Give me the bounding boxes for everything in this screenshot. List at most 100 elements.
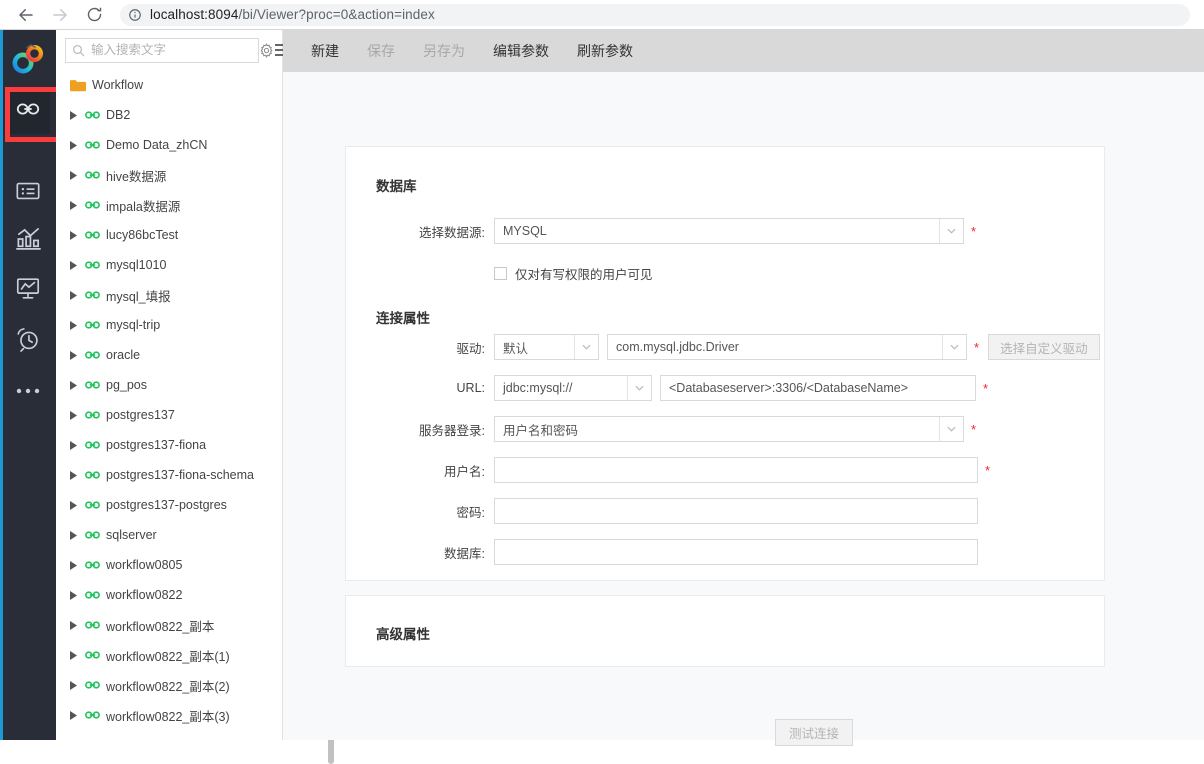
search-box[interactable] xyxy=(65,37,259,63)
rail-item-schedule[interactable] xyxy=(6,318,50,364)
toolbar-item-4[interactable]: 刷新参数 xyxy=(563,30,647,72)
link-icon xyxy=(81,709,103,721)
toolbar-item-0[interactable]: 新建 xyxy=(297,30,353,72)
tree-item[interactable]: mysql-trip xyxy=(56,310,283,340)
chevron-down-icon[interactable] xyxy=(942,335,966,359)
rail-item-dashboard[interactable] xyxy=(6,268,50,314)
tree-item[interactable]: hive数据源 xyxy=(56,160,283,190)
search-input[interactable] xyxy=(91,43,252,57)
toolbar-item-3[interactable]: 编辑参数 xyxy=(479,30,563,72)
tree-item[interactable]: postgres137-fiona xyxy=(56,430,283,460)
tree-item[interactable]: Demo Data_zhCN xyxy=(56,130,283,160)
tree-item-label: workflow0822_副本(1) xyxy=(106,649,230,664)
caret-right-icon[interactable] xyxy=(65,380,81,390)
tree-item[interactable]: workflow0822_副本(3) xyxy=(56,700,283,730)
caret-right-icon[interactable] xyxy=(65,440,81,450)
chevron-down-icon[interactable] xyxy=(939,219,963,243)
reload-button[interactable] xyxy=(80,1,108,29)
gear-icon[interactable] xyxy=(259,38,274,63)
tree-item-label: mysql1010 xyxy=(106,258,167,272)
caret-right-icon[interactable] xyxy=(65,560,81,570)
tree-item[interactable]: workflow0822_副本 xyxy=(56,610,283,640)
driver-label: 驱动: xyxy=(456,341,485,356)
tree-list[interactable]: Workflow DB2 Demo Data_zhCN hive数据源 impala数… xyxy=(56,70,283,740)
link-icon xyxy=(81,139,103,151)
tree-item[interactable]: impala数据源 xyxy=(56,190,283,220)
username-row: 用户名: * xyxy=(376,457,990,483)
caret-right-icon[interactable] xyxy=(65,350,81,360)
tree-item-label: postgres137-postgres xyxy=(106,498,227,512)
info-circle-icon[interactable] xyxy=(128,8,142,22)
caret-right-icon[interactable] xyxy=(65,260,81,270)
chevron-down-icon[interactable] xyxy=(939,417,963,441)
rail-item-datasource[interactable] xyxy=(6,88,50,134)
tree-item[interactable]: workflow0805 xyxy=(56,550,283,580)
tree-item[interactable]: workflow0822_副本(2) xyxy=(56,670,283,700)
caret-right-icon[interactable] xyxy=(65,320,81,330)
forward-arrow-icon xyxy=(51,6,69,24)
tree-item[interactable]: workflow0822_副本(1) xyxy=(56,640,283,670)
caret-right-icon[interactable] xyxy=(65,200,81,210)
tree-item[interactable]: mysql1010 xyxy=(56,250,283,280)
driver-mode-select[interactable]: 默认 xyxy=(494,334,599,360)
chevron-down-icon[interactable] xyxy=(574,335,598,359)
caret-right-icon[interactable] xyxy=(65,230,81,240)
server-login-select[interactable]: 用户名和密码 xyxy=(494,416,964,442)
checkbox-icon[interactable] xyxy=(494,267,507,280)
username-input[interactable] xyxy=(494,457,978,483)
caret-right-icon[interactable] xyxy=(65,590,81,600)
database-name-input[interactable] xyxy=(494,539,978,565)
tree-search-row xyxy=(56,30,285,70)
tree-item[interactable]: lucy86bcTest xyxy=(56,220,283,250)
driver-class-select[interactable]: com.mysql.jdbc.Driver xyxy=(607,334,967,360)
link-icon xyxy=(81,469,103,481)
tree-item[interactable]: sqlserver xyxy=(56,520,283,550)
write-permission-checkbox-row[interactable]: 仅对有写权限的用户可见 xyxy=(494,264,653,283)
server-login-value: 用户名和密码 xyxy=(503,423,579,438)
tree-item[interactable]: pg_pos xyxy=(56,370,283,400)
caret-right-icon[interactable] xyxy=(65,140,81,150)
chevron-down-icon[interactable] xyxy=(627,376,651,400)
caret-right-icon[interactable] xyxy=(65,680,81,690)
caret-right-icon[interactable] xyxy=(65,110,81,120)
rail-item-dataset[interactable] xyxy=(6,170,50,216)
forward-button[interactable] xyxy=(46,1,74,29)
tree-item[interactable]: workflow0822 xyxy=(56,580,283,610)
url-row: URL: jdbc:mysql:// <Databaseserver>:3306… xyxy=(376,375,988,401)
caret-right-icon[interactable] xyxy=(65,290,81,300)
url-host: localhost:8094 xyxy=(150,7,239,22)
tree-item[interactable]: postgres137-postgres xyxy=(56,490,283,520)
tree-item-label: mysql_填报 xyxy=(106,289,171,304)
rail-item-more[interactable] xyxy=(6,368,50,414)
tree-item[interactable]: postgres137 xyxy=(56,400,283,430)
test-connection-button[interactable]: 测试连接 xyxy=(775,719,854,746)
driver-row: 驱动: 默认 com.mysql.jdbc.Driver * 选择自定义驱动 xyxy=(376,334,1100,360)
link-icon xyxy=(81,529,103,541)
tree-item[interactable]: mysql_填报 xyxy=(56,280,283,310)
caret-right-icon[interactable] xyxy=(65,170,81,180)
app-logo[interactable] xyxy=(0,30,56,88)
caret-right-icon[interactable] xyxy=(65,650,81,660)
url-host-input[interactable]: <Databaseserver>:3306/<DatabaseName> xyxy=(660,375,976,401)
tree-item[interactable]: oracle xyxy=(56,340,283,370)
tree-item[interactable]: postgres137-fiona-schema xyxy=(56,460,283,490)
editor-toolbar: 新建 保存 另存为 编辑参数 刷新参数 xyxy=(283,30,1204,72)
caret-right-icon[interactable] xyxy=(65,410,81,420)
url-scheme-select[interactable]: jdbc:mysql:// xyxy=(494,375,652,401)
caret-right-icon[interactable] xyxy=(65,620,81,630)
tree-item[interactable]: DB2 xyxy=(56,100,283,130)
tree-item-label: oracle xyxy=(106,348,141,362)
caret-right-icon[interactable] xyxy=(65,500,81,510)
address-bar[interactable]: localhost:8094/bi/Viewer?proc=0&action=i… xyxy=(120,3,1190,26)
datasource-select[interactable]: MYSQL xyxy=(494,218,964,244)
rail-item-analysis[interactable] xyxy=(6,218,50,264)
caret-right-icon[interactable] xyxy=(65,530,81,540)
caret-right-icon[interactable] xyxy=(65,710,81,720)
tree-item-label: mysql-trip xyxy=(106,318,161,332)
caret-right-icon[interactable] xyxy=(65,470,81,480)
password-input[interactable] xyxy=(494,498,978,524)
browser-toolbar: localhost:8094/bi/Viewer?proc=0&action=i… xyxy=(0,0,1204,30)
custom-driver-button[interactable]: 选择自定义驱动 xyxy=(988,334,1100,360)
back-button[interactable] xyxy=(12,1,40,29)
tree-root-workflow[interactable]: Workflow xyxy=(56,70,283,100)
